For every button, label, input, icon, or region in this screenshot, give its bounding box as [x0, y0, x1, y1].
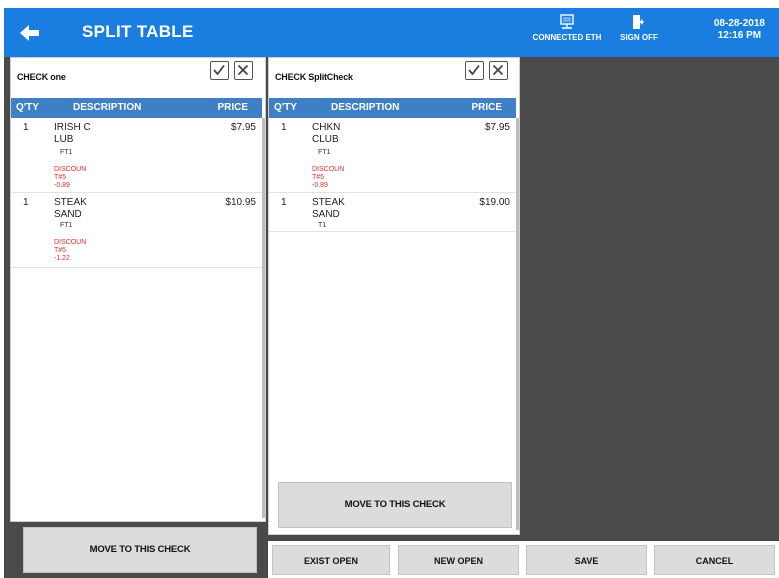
discount-line: DISCOUN: [312, 166, 345, 173]
qty-column: Q'TY: [16, 102, 39, 113]
sign-off-button[interactable]: SIGN OFF: [614, 14, 664, 42]
price-column: PRICE: [471, 102, 502, 113]
scrollbar[interactable]: [262, 118, 265, 518]
item-desc-line: SAND: [54, 209, 82, 220]
price-column: PRICE: [217, 102, 248, 113]
item-description: IRISH C LUB: [54, 122, 114, 146]
column-header: Q'TY DESCRIPTION PRICE: [11, 98, 262, 118]
item-desc-line: STEAK: [54, 197, 87, 208]
item-qty: 1: [281, 197, 287, 208]
scrollbar[interactable]: [516, 118, 519, 530]
network-icon: [560, 14, 574, 29]
confirm-check-button[interactable]: [210, 61, 229, 80]
sign-off-label: SIGN OFF: [620, 33, 658, 42]
item-list: 1 CHKN CLUB $7.95 FT1 DISCOUN T#5 -0.89 …: [269, 118, 516, 232]
item-desc-line: CLUB: [312, 134, 339, 145]
column-header: Q'TY DESCRIPTION PRICE: [269, 98, 516, 118]
item-modifier: T1: [318, 222, 327, 229]
list-item[interactable]: 1 STEAK SAND $19.00 T1: [269, 193, 516, 232]
item-desc-line: CHKN: [312, 122, 341, 133]
move-to-check-one-button[interactable]: MOVE TO THIS CHECK: [23, 527, 257, 573]
discount-line: -0.89: [312, 182, 328, 189]
check-name: CHECK SplitCheck: [275, 72, 353, 82]
check-header: CHECK SplitCheck: [269, 58, 519, 98]
item-desc-line: SAND: [312, 209, 340, 220]
discount-line: T#5: [54, 247, 67, 254]
item-modifier: FT1: [318, 149, 331, 156]
confirm-check-button[interactable]: [465, 61, 484, 80]
item-qty: 1: [23, 197, 29, 208]
discount-line: DISCOUN: [54, 239, 87, 246]
check-icon: [468, 64, 480, 76]
item-desc-line: IRISH C: [54, 122, 91, 133]
sign-off-icon: [633, 15, 644, 29]
page-title: SPLIT TABLE: [82, 22, 194, 41]
cancel-button[interactable]: CANCEL: [654, 545, 775, 575]
action-bar: EXIST OPEN NEW OPEN SAVE CANCEL: [268, 541, 779, 578]
item-discount: DISCOUN T#5 -0.89: [54, 166, 86, 190]
discount-line: DISCOUN: [54, 166, 87, 173]
check-name: CHECK one: [17, 72, 66, 82]
discount-line: T#5: [312, 174, 325, 181]
connection-status: CONNECTED ETH: [532, 14, 602, 42]
back-arrow-icon[interactable]: [19, 23, 41, 43]
new-open-button[interactable]: NEW OPEN: [398, 545, 519, 575]
close-icon: [237, 64, 249, 76]
item-discount: DISCOUN T#5 -1.22: [54, 239, 86, 263]
list-item[interactable]: 1 CHKN CLUB $7.95 FT1 DISCOUN T#5 -0.89: [269, 118, 516, 193]
connection-label: CONNECTED ETH: [532, 33, 602, 42]
item-description: STEAK SAND: [312, 197, 372, 221]
save-button[interactable]: SAVE: [526, 545, 647, 575]
item-desc-line: LUB: [54, 134, 74, 145]
item-price: $7.95: [230, 122, 256, 133]
check-header: CHECK one: [11, 58, 265, 98]
discount-line: -0.89: [54, 182, 70, 189]
check-panel-one: CHECK one Q'TY DESCRIPTION PRICE 1 IRISH…: [10, 57, 266, 522]
item-qty: 1: [23, 122, 29, 133]
close-check-button[interactable]: [489, 61, 508, 80]
check-icon: [213, 64, 225, 76]
list-item[interactable]: 1 IRISH C LUB $7.95 FT1 DISCOUN T#5 -0.8…: [11, 118, 262, 193]
item-price: $19.00: [479, 197, 510, 208]
exist-open-button[interactable]: EXIST OPEN: [272, 545, 390, 575]
close-check-button[interactable]: [234, 61, 253, 80]
item-qty: 1: [281, 122, 287, 133]
date-text: 08-28-2018: [713, 18, 765, 29]
item-description: CHKN CLUB: [312, 122, 372, 146]
description-column: DESCRIPTION: [73, 102, 142, 113]
discount-line: T#5: [54, 174, 67, 181]
description-column: DESCRIPTION: [331, 102, 400, 113]
item-price: $7.95: [484, 122, 510, 133]
item-list: 1 IRISH C LUB $7.95 FT1 DISCOUN T#5 -0.8…: [11, 118, 262, 268]
item-modifier: FT1: [60, 222, 73, 229]
time-text: 12:16 PM: [717, 30, 762, 41]
move-to-split-check-button[interactable]: MOVE TO THIS CHECK: [278, 482, 512, 528]
item-price: $10.95: [225, 197, 256, 208]
qty-column: Q'TY: [274, 102, 297, 113]
list-item[interactable]: 1 STEAK SAND $10.95 FT1 DISCOUN T#5 -1.2…: [11, 193, 262, 268]
item-discount: DISCOUN T#5 -0.89: [312, 166, 344, 190]
discount-line: -1.22: [54, 255, 70, 262]
item-description: STEAK SAND: [54, 197, 114, 221]
item-modifier: FT1: [60, 149, 73, 156]
close-icon: [492, 64, 504, 76]
top-bar: SPLIT TABLE CONNECTED ETH SIGN OFF 08-28…: [4, 8, 779, 57]
check-panel-split: CHECK SplitCheck Q'TY DESCRIPTION PRICE …: [268, 57, 520, 535]
datetime: 08-28-2018 12:16 PM: [714, 18, 765, 42]
item-desc-line: STEAK: [312, 197, 345, 208]
